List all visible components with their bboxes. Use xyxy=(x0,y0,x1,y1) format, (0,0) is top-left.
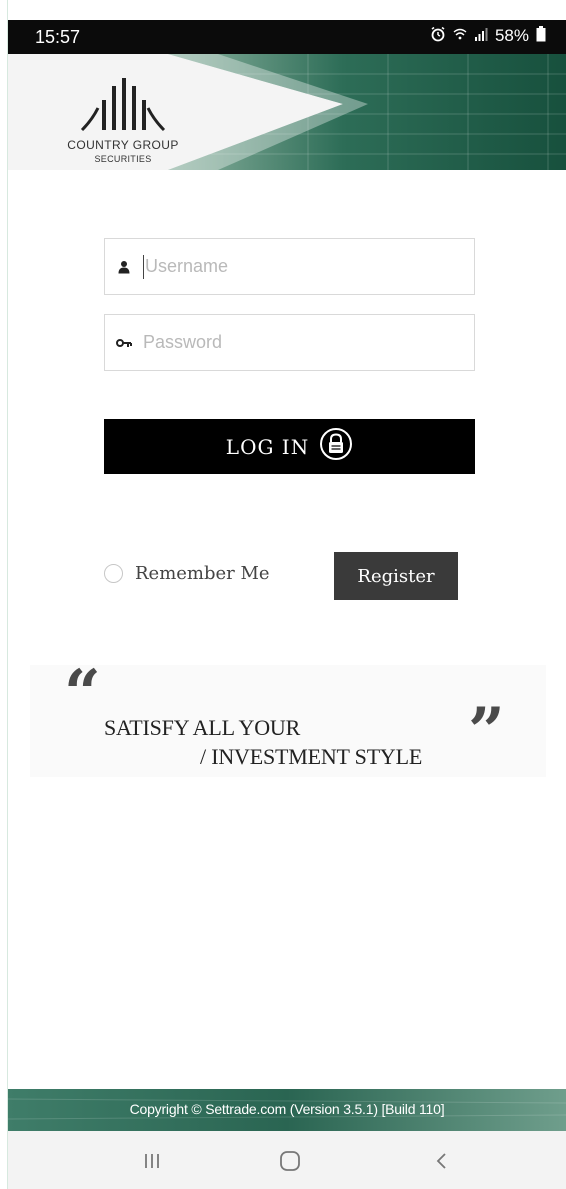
logo-mark-icon xyxy=(80,78,166,132)
username-input[interactable] xyxy=(145,256,445,277)
status-icons: 58% xyxy=(430,26,546,46)
back-icon xyxy=(436,1153,446,1169)
wifi-icon xyxy=(453,27,467,45)
signal-icon xyxy=(474,27,488,45)
quote-open-icon: “ xyxy=(64,656,101,731)
brand-logo: COUNTRY GROUP SECURITIES xyxy=(48,72,198,164)
login-button[interactable]: LOG IN xyxy=(104,419,475,474)
username-field[interactable] xyxy=(104,238,475,295)
android-nav-bar xyxy=(8,1131,566,1189)
status-bar: 15:57 58% xyxy=(8,20,566,54)
login-screen: 15:57 58% COUNTRY GROUP SECURITIES Usern… xyxy=(0,0,566,1189)
battery-percent: 58% xyxy=(494,26,529,45)
quote-line-2: / INVESTMENT STYLE xyxy=(200,744,423,769)
lock-icon xyxy=(319,427,353,466)
remember-me-label: Remember Me xyxy=(135,563,270,584)
key-icon xyxy=(105,337,143,349)
left-edge xyxy=(0,0,8,1189)
remember-me-radio[interactable] xyxy=(104,564,123,583)
brand-name: COUNTRY GROUP xyxy=(67,138,179,152)
user-icon xyxy=(105,260,143,274)
quote-line-1: SATISFY ALL YOUR xyxy=(104,715,301,740)
back-button[interactable] xyxy=(422,1147,462,1175)
recent-apps-button[interactable] xyxy=(132,1147,172,1175)
footer-bar: Copyright © Settrade.com (Version 3.5.1)… xyxy=(8,1089,566,1131)
quote-close-icon: ” xyxy=(468,694,505,769)
text-caret xyxy=(143,254,144,279)
battery-icon xyxy=(536,26,546,46)
password-field[interactable] xyxy=(104,314,475,371)
register-button[interactable]: Register xyxy=(334,552,458,600)
copyright-text: Copyright © Settrade.com (Version 3.5.1)… xyxy=(129,1101,445,1117)
recent-apps-icon xyxy=(145,1154,159,1168)
home-button[interactable] xyxy=(270,1147,310,1175)
alarm-icon xyxy=(430,26,446,46)
brand-subtitle: SECURITIES xyxy=(94,154,152,164)
password-input[interactable] xyxy=(143,332,443,353)
remember-me[interactable]: Remember Me xyxy=(104,563,270,584)
header-banner: COUNTRY GROUP SECURITIES xyxy=(8,54,566,170)
home-icon xyxy=(280,1151,300,1171)
status-time: 15:57 xyxy=(35,27,81,47)
login-button-label: LOG IN xyxy=(225,434,310,459)
